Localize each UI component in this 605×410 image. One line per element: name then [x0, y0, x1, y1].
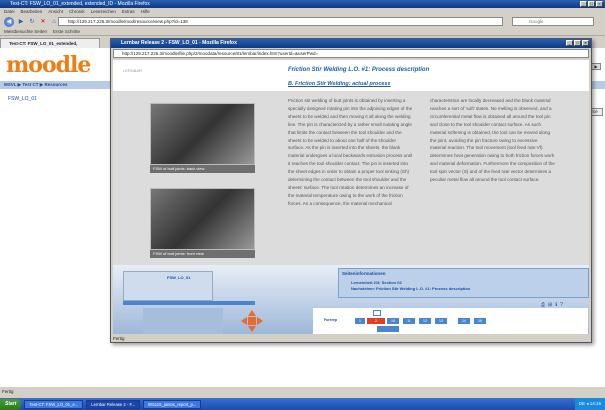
- url-bar[interactable]: http://129.217.226.3/moodle/mod/resource…: [58, 17, 503, 26]
- lo-label: FSW_LO_01: [167, 275, 191, 280]
- menu-datei[interactable]: Datei: [4, 8, 15, 15]
- popup-minimize-button[interactable]: _: [566, 40, 573, 46]
- status-text: Fertig: [2, 389, 14, 394]
- moodle-logo: moodle: [6, 52, 91, 78]
- learning-object: LERNBAR Friction Stir Welding L.O. #1: P…: [113, 60, 589, 334]
- back-icon[interactable]: ◀: [4, 16, 14, 27]
- menu-chronik[interactable]: Chronik: [69, 8, 85, 15]
- nav-label: Forerep: [324, 318, 338, 322]
- scroll-right-icon[interactable]: ▶: [591, 63, 601, 70]
- forward-icon[interactable]: ▶: [17, 18, 25, 26]
- lo-label-box: FSW_LO_01: [123, 271, 213, 301]
- progress-bar: [123, 301, 255, 305]
- nav-page-13[interactable]: 13: [435, 318, 447, 324]
- bookmark-most-visited[interactable]: Meistbesuchte Seiten: [4, 28, 47, 35]
- nav-chip-top[interactable]: [373, 310, 381, 316]
- taskbar-item-firefox[interactable]: Test-CT: FSW_LO_01_e...: [24, 399, 84, 409]
- caption-back: FSW of butt joints: back view: [150, 165, 255, 173]
- fsw-front-view-image: [150, 188, 255, 250]
- popup-title: Lernbar Release 2 - FSW_LO_01 - Mozilla …: [121, 40, 237, 46]
- nav-page-14[interactable]: 14: [458, 318, 470, 324]
- popup-url-bar[interactable]: http://129.217.226.3/moodle/file.php/2/m…: [113, 49, 589, 58]
- window-title: Test-CT: FSW_LO_01_extended, extended_ID…: [10, 1, 150, 7]
- nav-page-15[interactable]: 15: [474, 318, 486, 324]
- nav-page-12[interactable]: 12: [419, 318, 431, 324]
- browser-tab[interactable]: Test-CT: FSW_LO_01_extended,: [0, 38, 100, 48]
- taskbar-item-lernbar[interactable]: Lernbar Release 2 - F...: [86, 399, 141, 409]
- nav-left-panel: [143, 308, 223, 334]
- text-column-2: characteristics are locally decreased an…: [430, 98, 555, 183]
- resource-link[interactable]: FSW_LO_01: [8, 96, 37, 102]
- popup-title-bar: Lernbar Release 2 - FSW_LO_01 - Mozilla …: [111, 39, 591, 48]
- menu-hilfe[interactable]: Hilfe: [141, 8, 150, 15]
- stop-icon[interactable]: ✕: [39, 18, 47, 26]
- menu-ansicht[interactable]: Ansicht: [48, 8, 63, 15]
- home-icon[interactable]: ⌂: [50, 18, 58, 26]
- bookmark-first-steps[interactable]: Erste Schritte: [53, 28, 80, 35]
- menu-bearbeiten[interactable]: Bearbeiten: [21, 8, 43, 15]
- nav-page-current[interactable]: 2: [367, 318, 385, 324]
- lernbar-logo: LERNBAR: [123, 68, 142, 73]
- maximize-button[interactable]: □: [588, 1, 595, 7]
- popup-maximize-button[interactable]: □: [574, 40, 581, 46]
- move-arrows-icon[interactable]: [241, 310, 263, 332]
- reload-icon[interactable]: ↻: [28, 18, 36, 26]
- text-column-1: Friction stir welding of butt joints is …: [288, 98, 413, 206]
- minimize-button[interactable]: _: [580, 1, 587, 7]
- caption-front: FSW of butt joints: front view: [150, 250, 255, 258]
- section-subtitle: B. Friction Stir Welding: actual process: [288, 81, 391, 87]
- taskbar-item-report[interactable]: 091115_jantos_report_p...: [143, 399, 202, 409]
- system-tray: DE ◂ 14:15: [574, 398, 605, 410]
- start-button[interactable]: Start: [0, 398, 22, 410]
- page-info-line1: Lerneinheit 2/3: Section 02: [351, 280, 402, 285]
- taskbar: Start Test-CT: FSW_LO_01_e... Lernbar Re…: [0, 398, 605, 410]
- nav-chip-bottom[interactable]: [377, 326, 399, 332]
- menu-extras[interactable]: Extras: [122, 8, 135, 15]
- nav-page-11[interactable]: 11: [403, 318, 415, 324]
- bookmarks-bar: Meistbesuchte Seiten Erste Schritte: [0, 28, 605, 36]
- page-info-line2: Nachstehen: Friction Stir Welding L.O. #…: [351, 286, 471, 291]
- navigation-toolbar: ◀ ▶ ↻ ✕ ⌂ http://129.217.226.3/moodle/mo…: [0, 15, 605, 28]
- page-info-panel: Seiteninformationen Lerneinheit 2/3: Sec…: [338, 268, 589, 298]
- menu-lesezeichen[interactable]: Lesezeichen: [91, 8, 116, 15]
- popup-close-button[interactable]: ×: [582, 40, 589, 46]
- page-info-header: Seiteninformationen: [342, 271, 386, 276]
- search-input[interactable]: Google: [512, 17, 594, 26]
- fsw-back-view-image: [150, 103, 255, 165]
- close-button[interactable]: ×: [596, 1, 603, 7]
- page-title: Friction Stir Welding L.O. #1: Process d…: [288, 67, 430, 73]
- nav-page-1[interactable]: 1: [355, 318, 365, 324]
- popup-status-text: Fertig: [113, 336, 125, 341]
- window-title-bar: Test-CT: FSW_LO_01_extended, extended_ID…: [0, 0, 605, 8]
- menu-bar: Datei Bearbeiten Ansicht Chronik Lesezei…: [0, 8, 605, 15]
- nav-page-10[interactable]: 10: [387, 318, 399, 324]
- lernbar-popup-window: Lernbar Release 2 - FSW_LO_01 - Mozilla …: [110, 38, 592, 343]
